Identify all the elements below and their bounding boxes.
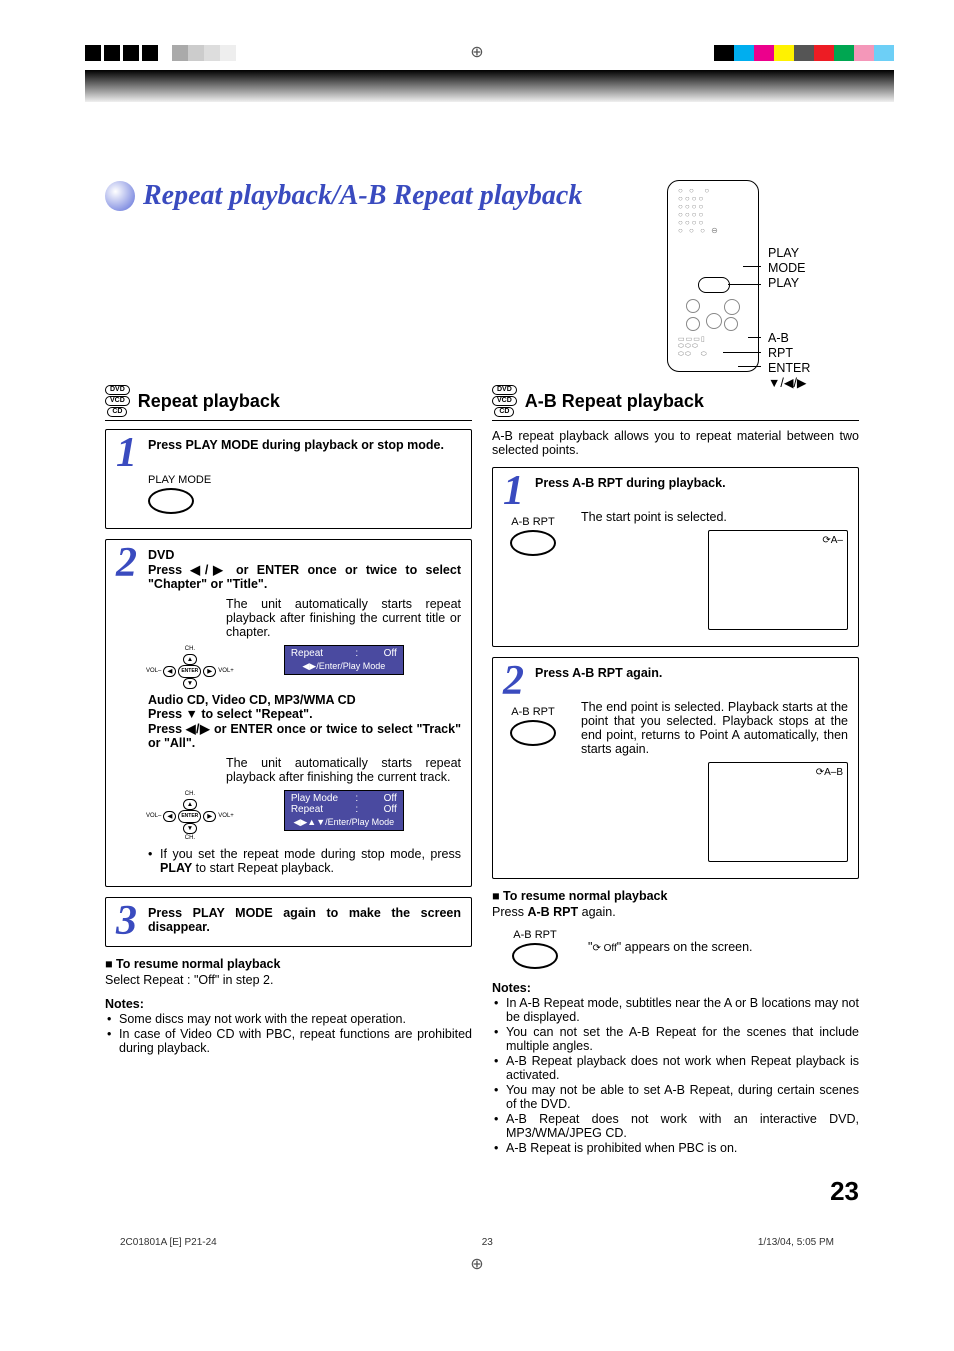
step-number-2-icon: 2 xyxy=(503,666,531,696)
registration-mark-icon: ⊕ xyxy=(0,1254,954,1274)
osd-playmode-menu: Play Mode:Off Repeat:Off ◀▶▲▼/Enter/Play… xyxy=(284,790,404,831)
disc-type-badges: DVDVCDCD xyxy=(105,385,130,417)
resume-instruction: Press A-B RPT again. xyxy=(492,905,859,919)
sphere-icon xyxy=(105,181,135,211)
play-mode-button-icon xyxy=(148,488,194,514)
print-registration-top: ⊕ xyxy=(0,0,954,70)
repeat-playback-heading: DVDVCDCD Repeat playback xyxy=(105,382,472,421)
registration-mark-icon: ⊕ xyxy=(470,42,483,62)
right-step-1: 1 Press A-B RPT during playback. A-B RPT… xyxy=(492,467,859,647)
note-item: A-B Repeat does not work with an interac… xyxy=(506,1112,859,1140)
step-number-1-icon: 1 xyxy=(116,438,144,468)
page-title: Repeat playback/A-B Repeat playback xyxy=(143,180,582,212)
play-mode-button-label: PLAY MODE xyxy=(148,474,461,486)
ab-rpt-button-icon xyxy=(512,943,558,969)
resume-playback-heading: To resume normal playback xyxy=(492,889,859,903)
note-item: Some discs may not work with the repeat … xyxy=(119,1012,472,1026)
gradient-bar xyxy=(85,70,894,102)
left-notes-list: Some discs may not work with the repeat … xyxy=(105,1012,472,1055)
note-item: You can not set the A-B Repeat for the s… xyxy=(506,1025,859,1053)
left-step-1: 1 Press PLAY MODE during playback or sto… xyxy=(105,429,472,529)
left-step-3: 3 Press PLAY MODE again to make the scre… xyxy=(105,897,472,947)
off-screen-message: "⟳ Off" appears on the screen. xyxy=(588,940,753,954)
nav-pad-icon: CH. ▲ VOL–◀ENTER▶VOL+ ▼ CH. xyxy=(146,790,234,843)
page-header: Repeat playback/A-B Repeat playback xyxy=(105,180,582,212)
right-step-2: 2 Press A-B RPT again. A-B RPT The end p… xyxy=(492,657,859,879)
right-notes-list: In A-B Repeat mode, subtitles near the A… xyxy=(492,996,859,1155)
left-step-2: 2 DVD Press ◀/▶ or ENTER once or twice t… xyxy=(105,539,472,887)
notes-heading: Notes: xyxy=(105,997,472,1011)
remote-button-labels: PLAY MODE PLAY A-B RPT ENTER ▼/◀/▶ xyxy=(768,246,810,391)
remote-control-diagram: ○ ○ ○○○○○○○○○○○○○○○○○○ ○ ○ ⊖ ▭▭▭▯⬭⬭⬭⬭⬭ ⬭… xyxy=(667,180,759,372)
disc-type-badges: DVDVCDCD xyxy=(492,385,517,417)
note-item: A-B Repeat playback does not work when R… xyxy=(506,1054,859,1082)
stop-mode-note: If you set the repeat mode during stop m… xyxy=(160,847,461,875)
grayscale-swatches xyxy=(85,45,236,61)
color-swatches xyxy=(714,45,894,61)
print-footer: 2C01801A [E] P21-24 23 1/13/04, 5:05 PM xyxy=(120,1237,834,1248)
notes-heading: Notes: xyxy=(492,981,859,995)
nav-pad-icon: CH. ▲ VOL–◀ENTER▶VOL+ ▼ xyxy=(146,645,234,689)
ab-rpt-button-label: A-B RPT xyxy=(503,516,563,528)
ab-rpt-button-label: A-B RPT xyxy=(503,706,563,718)
ab-rpt-button-icon xyxy=(510,530,556,556)
tv-screen-icon: ⟳A–B xyxy=(708,762,848,862)
resume-playback-heading: To resume normal playback xyxy=(105,957,472,971)
step-number-3-icon: 3 xyxy=(116,906,144,936)
note-item: You may not be able to set A-B Repeat, d… xyxy=(506,1083,859,1111)
note-item: A-B Repeat is prohibited when PBC is on. xyxy=(506,1141,859,1155)
tv-screen-icon: ⟳A– xyxy=(708,530,848,630)
note-item: In case of Video CD with PBC, repeat fun… xyxy=(119,1027,472,1055)
osd-repeat-menu: Repeat:Off ◀▶/Enter/Play Mode xyxy=(284,645,404,675)
step-number-1-icon: 1 xyxy=(503,476,531,506)
note-item: In A-B Repeat mode, subtitles near the A… xyxy=(506,996,859,1024)
ab-rpt-button-label: A-B RPT xyxy=(512,929,558,941)
step-number-2-icon: 2 xyxy=(116,548,144,591)
page-number: 23 xyxy=(105,1176,859,1207)
ab-rpt-button-icon xyxy=(510,720,556,746)
